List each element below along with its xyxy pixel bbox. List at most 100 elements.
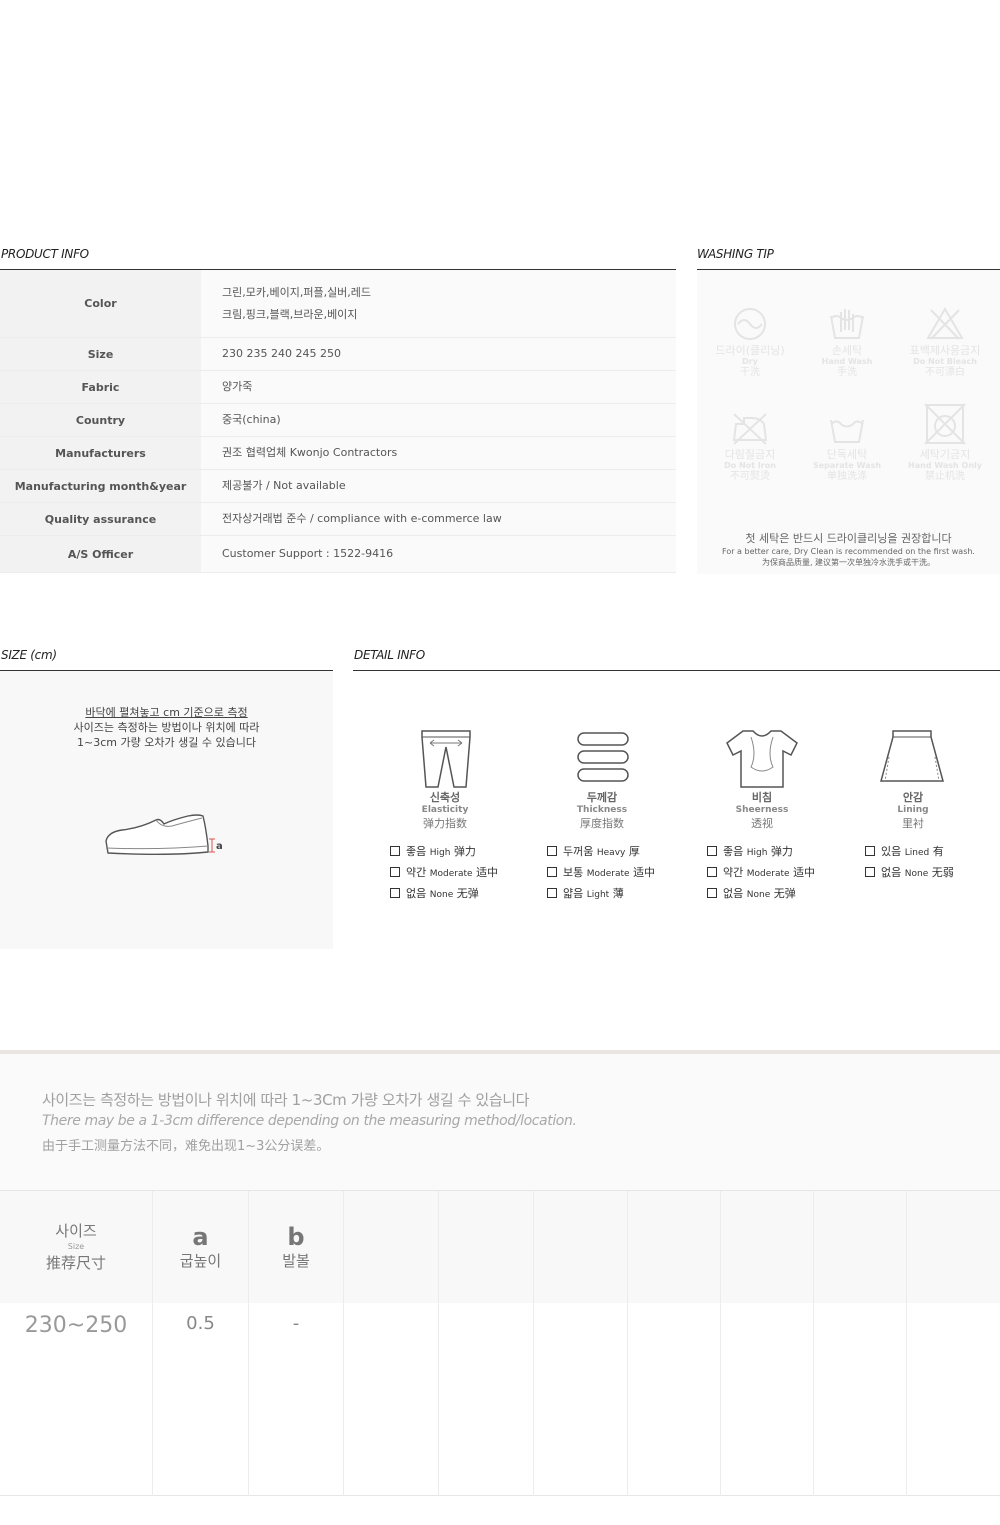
checkbox[interactable] [707,888,717,898]
product-info-value-line: 230 235 240 245 250 [222,347,341,360]
detail-zh: 厚度指数 [580,817,624,830]
detail-info-panel: 신축성 Elasticity 弹力指数 좋음 High 弹力 약간 Modera… [353,671,1000,921]
product-info-label: Quality assurance [0,503,201,535]
checkbox[interactable] [707,846,717,856]
detail-options: 있음 Lined 有 없음 None 无弱 [865,842,1000,884]
option-light[interactable]: 얇음 Light 薄 [547,884,707,905]
checkbox[interactable] [547,888,557,898]
washing-zh: 不可漂白 [925,367,965,378]
option-none[interactable]: 없음 None 无弱 [865,863,1000,884]
detail-column-sheerness: 비침 Sheerness 透视 좋음 High 弹力 약간 Moderate 适… [707,727,867,905]
product-info-label: A/S Officer [0,536,201,572]
option-moderate[interactable]: 약간 Moderate 适中 [390,863,550,884]
product-info-value: 중국(china) [201,404,676,436]
size-notice: 사이즈는 측정하는 방법이나 위치에 따라 1~3Cm 가량 오차가 생길 수 … [0,1054,1000,1191]
washing-ko: 표백제사용금지 [909,344,981,357]
product-info-row: Manufacturing month&year 제공불가 / Not avail… [0,470,676,503]
option-none[interactable]: 없음 None 无弹 [390,884,550,905]
shoe-icon: a [105,814,223,855]
column-a-label: 굽높이 [179,1252,222,1270]
washing-en: Hand Wash Only [908,461,982,470]
washing-ko: 다림질금지 [724,448,776,461]
no-iron-icon [732,413,768,445]
washing-item: 단독세탁 Separate Wash 单独洗涤 [797,410,897,483]
product-info-table: Color 그린,모카,베이지,퍼플,실버,레드 크림,핑크,블랙,브라운,베이지 S… [0,270,676,573]
washing-ko: 세탁기금지 [919,448,971,461]
product-info-row: Manufacturers 권조 협력업체 Kwonjo Contractors [0,437,676,470]
detail-en: Elasticity [421,805,469,815]
column-b-header: b 발볼 [249,1191,343,1303]
product-info-label: Fabric [0,371,201,403]
product-info-title: PRODUCT INFO [1,247,89,261]
checkbox[interactable] [390,846,400,856]
option-lined[interactable]: 있음 Lined 有 [865,842,1000,863]
product-info-value-line: 양가죽 [222,380,253,393]
size-header-cell: 사이즈 Size 推荐尺寸 [0,1191,152,1303]
product-info-label: Color [0,270,201,337]
product-info-row: Country 중국(china) [0,404,676,437]
size-header-ko: 사이즈 [55,1222,97,1240]
washing-en: Do Not Iron [724,461,776,470]
detail-options: 두꺼움 Heavy 厚 보통 Moderate 适中 얇음 Light 薄 [547,842,707,905]
washing-item: 드라이(클리닝) Dry 干洗 [700,306,800,379]
checkbox[interactable] [707,867,717,877]
column-a-letter: a [192,1223,209,1251]
size-header-en: Size [67,1242,85,1251]
skirt-icon [880,730,944,782]
product-info-value: 권조 협력업체 Kwonjo Contractors [201,437,676,469]
checkbox[interactable] [390,888,400,898]
detail-zh: 弹力指数 [423,817,467,830]
checkbox[interactable] [547,846,557,856]
detail-column-elasticity: 신축성 Elasticity 弹力指数 좋음 High 弹力 약간 Modera… [390,727,550,905]
product-info-value-line: 그린,모카,베이지,퍼플,실버,레드 [222,285,372,299]
detail-column-thickness: 두께감 Thickness 厚度指数 두꺼움 Heavy 厚 보통 Modera… [547,727,707,905]
detail-info-title: DETAIL INFO [354,648,425,662]
size-note-line-3: 1~3cm 가량 오차가 생길 수 있습니다 [77,736,256,749]
option-high[interactable]: 좋음 High 弹力 [707,842,867,863]
product-info-label: Country [0,404,201,436]
product-info-row: A/S Officer Customer Support : 1522-9416 [0,536,676,573]
option-heavy[interactable]: 두꺼움 Heavy 厚 [547,842,707,863]
size-title: SIZE (cm) [1,648,57,662]
detail-ko: 안감 [902,791,924,804]
size-notice-en: There may be a 1-3cm difference dependin… [42,1113,577,1129]
option-none[interactable]: 없음 None 无弹 [707,884,867,905]
washing-ko: 단독세탁 [826,448,868,461]
washing-item: 세탁기금지 Hand Wash Only 禁止机洗 [895,402,995,483]
column-b-label: 발볼 [282,1252,310,1270]
option-moderate[interactable]: 약간 Moderate 适中 [707,863,867,884]
washing-tip-title: WASHING TIP [697,247,774,261]
product-info-row: Fabric 양가죽 [0,371,676,404]
option-high[interactable]: 좋음 High 弹力 [390,842,550,863]
detail-en: Sheerness [735,805,789,815]
shirt-icon [726,730,798,788]
option-moderate[interactable]: 보통 Moderate 适中 [547,863,707,884]
detail-column-lining: 안감 Lining 里衬 있음 Lined 有 없음 None 无弱 [865,727,1000,884]
checkbox[interactable] [865,867,875,877]
washing-en: Do Not Bleach [913,357,977,366]
checkbox[interactable] [547,867,557,877]
layers-icon [577,732,629,782]
washing-item: 다림질금지 Do Not Iron 不可熨烫 [700,410,800,483]
dry-clean-icon [734,308,766,340]
washing-zh: 不可熨烫 [730,471,770,482]
washing-zh: 干洗 [740,367,760,378]
column-b-value: - [292,1313,300,1334]
washing-note-ko: 첫 세탁은 반드시 드라이클리닝을 권장합니다 [745,532,952,545]
washing-tip-panel: 드라이(클리닝) Dry 干洗 손세탁 Hand Wash 手洗 표백제사용금지… [697,270,1000,574]
column-a-header: a 굽높이 [153,1191,248,1303]
checkbox[interactable] [865,846,875,856]
washing-ko: 손세탁 [831,344,863,357]
checkbox[interactable] [390,867,400,877]
size-notice-ko: 사이즈는 측정하는 방법이나 위치에 따라 1~3Cm 가량 오차가 생길 수 … [42,1091,530,1109]
size-range-cell: 230~250 [24,1313,128,1338]
washing-note: 첫 세탁은 반드시 드라이클리닝을 권장합니다 For a better car… [697,532,1000,568]
washing-en: Hand Wash [821,357,873,366]
no-machine-wash-icon [924,403,966,445]
washing-zh: 手洗 [837,367,857,378]
product-info-value-line: 제공불가 / Not available [222,479,346,492]
product-info-value: 전자상거래법 준수 / compliance with e-commerce l… [201,503,676,535]
detail-zh: 透视 [751,817,773,830]
column-a-value: 0.5 [186,1313,215,1334]
separate-wash-icon [830,419,864,443]
